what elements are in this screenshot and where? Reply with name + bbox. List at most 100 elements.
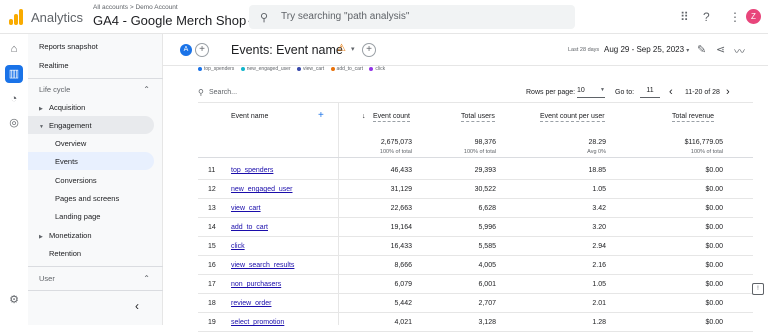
event-name-link[interactable]: add_to_cart bbox=[231, 224, 268, 231]
event-count-cell: 19,164 bbox=[390, 224, 412, 231]
sidebar-item-overview[interactable]: Overview bbox=[55, 139, 86, 148]
table-row[interactable]: 19 select_promotion 4,021 3,128 1.28 $0.00 bbox=[198, 313, 753, 332]
event-name-link[interactable]: view_search_results bbox=[231, 262, 294, 269]
home-icon[interactable]: ⌂ bbox=[7, 42, 21, 56]
event-name-link[interactable]: click bbox=[231, 243, 245, 250]
column-header-total-users[interactable]: Total users bbox=[461, 113, 495, 122]
reports-icon[interactable]: ▥ bbox=[5, 65, 23, 83]
total-event-count-sub: 100% of total bbox=[379, 149, 412, 155]
help-icon[interactable]: ? bbox=[703, 10, 710, 24]
next-page-icon[interactable]: › bbox=[726, 86, 730, 98]
goto-label: Go to: bbox=[615, 89, 635, 96]
report-header: A + Events: Event name ⚠ ▾ + Last 28 day… bbox=[163, 34, 768, 66]
event-name-link[interactable]: review_order bbox=[231, 300, 271, 307]
total-revenue-cell: $0.00 bbox=[705, 186, 723, 193]
rows-per-page-value: 10 bbox=[577, 87, 585, 94]
share-icon[interactable]: ⋖ bbox=[716, 43, 725, 56]
table-row[interactable]: 11 top_spenders 46,433 29,393 18.85 $0.00 bbox=[198, 161, 753, 180]
sidebar-section-user[interactable]: User bbox=[39, 274, 55, 283]
customize-report-icon[interactable]: ✎ bbox=[697, 43, 706, 56]
admin-gear-icon[interactable]: ⚙ bbox=[7, 293, 21, 307]
feedback-icon[interactable]: ! bbox=[752, 283, 764, 295]
caret-down-icon[interactable]: ▾ bbox=[351, 45, 355, 53]
table-search-input[interactable]: Search... bbox=[209, 89, 237, 96]
sidebar-item-acquisition[interactable]: ▶ Acquisition bbox=[39, 103, 85, 112]
event-count-cell: 6,079 bbox=[394, 281, 412, 288]
more-vert-icon[interactable]: ⋮ bbox=[729, 10, 741, 24]
total-users-cell: 2,707 bbox=[478, 300, 496, 307]
chart-legend-strip: top_spenders new_engaged_user view_cart … bbox=[198, 66, 598, 72]
event-name-link[interactable]: new_engaged_user bbox=[231, 186, 293, 193]
total-event-count-per-user-sub: Avg 0% bbox=[587, 149, 606, 155]
date-range-picker[interactable]: Aug 29 - Sep 25, 2023 ▾ bbox=[604, 45, 689, 54]
comparison-chip[interactable]: A bbox=[180, 44, 192, 56]
total-users-cell: 4,005 bbox=[478, 262, 496, 269]
insights-icon[interactable]: 〰 bbox=[734, 43, 745, 59]
apps-grid-icon[interactable]: ⠿ bbox=[680, 10, 689, 24]
add-comparison-icon[interactable]: + bbox=[195, 43, 209, 57]
property-selector[interactable]: GA4 - Google Merch Shop▾ bbox=[93, 13, 252, 28]
search-placeholder: Try searching "path analysis" bbox=[281, 11, 410, 22]
add-dimension-icon[interactable]: + bbox=[318, 110, 324, 121]
warning-icon[interactable]: ⚠ bbox=[337, 43, 346, 54]
row-index: 14 bbox=[208, 224, 216, 231]
avatar[interactable]: Z bbox=[746, 9, 761, 24]
sidebar-item-reports-snapshot[interactable]: Reports snapshot bbox=[39, 42, 98, 51]
goto-input[interactable]: 11 bbox=[640, 87, 660, 98]
event-count-per-user-cell: 2.16 bbox=[592, 262, 606, 269]
sort-arrow-icon[interactable]: ↓ bbox=[362, 113, 366, 120]
table-row[interactable]: 14 add_to_cart 19,164 5,996 3.20 $0.00 bbox=[198, 218, 753, 237]
total-users-cell: 6,001 bbox=[478, 281, 496, 288]
event-count-per-user-cell: 1.05 bbox=[592, 186, 606, 193]
sidebar-item-realtime[interactable]: Realtime bbox=[39, 61, 69, 70]
total-revenue-cell: $0.00 bbox=[705, 243, 723, 250]
event-count-per-user-cell: 3.20 bbox=[592, 224, 606, 231]
sidebar-item-landing-page[interactable]: Landing page bbox=[55, 212, 100, 221]
search-icon: ⚲ bbox=[260, 12, 269, 24]
row-index: 11 bbox=[208, 167, 216, 174]
caret-down-icon: ▾ bbox=[686, 48, 690, 54]
add-filter-icon[interactable]: + bbox=[362, 43, 376, 57]
column-header-event-name[interactable]: Event name bbox=[231, 113, 268, 121]
sidebar-item-monetization[interactable]: ▶ Monetization bbox=[39, 231, 92, 240]
event-name-link[interactable]: top_spenders bbox=[231, 167, 273, 174]
total-users: 98,376 bbox=[474, 139, 496, 146]
sidebar-item-retention[interactable]: Retention bbox=[39, 249, 81, 258]
explore-icon[interactable]: ◔ bbox=[7, 92, 21, 106]
event-count-per-user-cell: 2.94 bbox=[592, 243, 606, 250]
table-row[interactable]: 17 non_purchasers 6,079 6,001 1.05 $0.00 bbox=[198, 275, 753, 294]
total-users-cell: 5,585 bbox=[478, 243, 496, 250]
column-header-event-count[interactable]: Event count bbox=[373, 113, 410, 122]
advertising-icon[interactable]: ◎ bbox=[7, 116, 21, 130]
search-bar[interactable]: ⚲ Try searching "path analysis" bbox=[249, 5, 575, 29]
table-row[interactable]: 15 click 16,433 5,585 2.94 $0.00 bbox=[198, 237, 753, 256]
sidebar-item-events[interactable]: Events bbox=[55, 157, 78, 166]
event-count-cell: 16,433 bbox=[390, 243, 412, 250]
event-count-cell: 5,442 bbox=[394, 300, 412, 307]
rows-per-page-select[interactable]: 10 ▼ bbox=[577, 87, 605, 98]
table-row[interactable]: 18 review_order 5,442 2,707 2.01 $0.00 bbox=[198, 294, 753, 313]
event-name-link[interactable]: view_cart bbox=[231, 205, 261, 212]
total-revenue-cell: $0.00 bbox=[705, 281, 723, 288]
table-row[interactable]: 16 view_search_results 8,666 4,005 2.16 $0.00 bbox=[198, 256, 753, 275]
table-row[interactable]: 13 view_cart 22,663 6,628 3.42 $0.00 bbox=[198, 199, 753, 218]
sidebar-item-engagement[interactable]: ▼ Engagement bbox=[39, 121, 92, 130]
table-row[interactable]: 12 new_engaged_user 31,129 30,522 1.05 $0.00 bbox=[198, 180, 753, 199]
chevron-up-icon[interactable]: ⌃ bbox=[143, 274, 150, 283]
legend-item: view_cart bbox=[297, 66, 324, 72]
sidebar-section-life-cycle[interactable]: Life cycle bbox=[39, 85, 70, 94]
chevron-left-icon[interactable]: ‹ bbox=[135, 299, 139, 313]
chevron-up-icon[interactable]: ⌃ bbox=[143, 85, 150, 94]
column-header-total-revenue[interactable]: Total revenue bbox=[672, 113, 715, 122]
legend-dot bbox=[240, 66, 245, 71]
prev-page-icon[interactable]: ‹ bbox=[669, 86, 673, 98]
breadcrumb[interactable]: All accounts > Demo Account bbox=[93, 4, 178, 11]
event-name-link[interactable]: non_purchasers bbox=[231, 281, 281, 288]
page-range: 11-20 of 28 bbox=[685, 89, 720, 96]
reports-sidebar: Reports snapshot Realtime Life cycle ⌃ ▶… bbox=[28, 34, 163, 325]
column-header-event-count-per-user[interactable]: Event count per user bbox=[540, 113, 605, 122]
sidebar-item-pages-and-screens[interactable]: Pages and screens bbox=[55, 194, 119, 203]
analytics-logo-icon[interactable] bbox=[9, 9, 23, 25]
sidebar-item-conversions[interactable]: Conversions bbox=[55, 176, 97, 185]
expand-arrow-icon: ▶ bbox=[39, 234, 43, 240]
